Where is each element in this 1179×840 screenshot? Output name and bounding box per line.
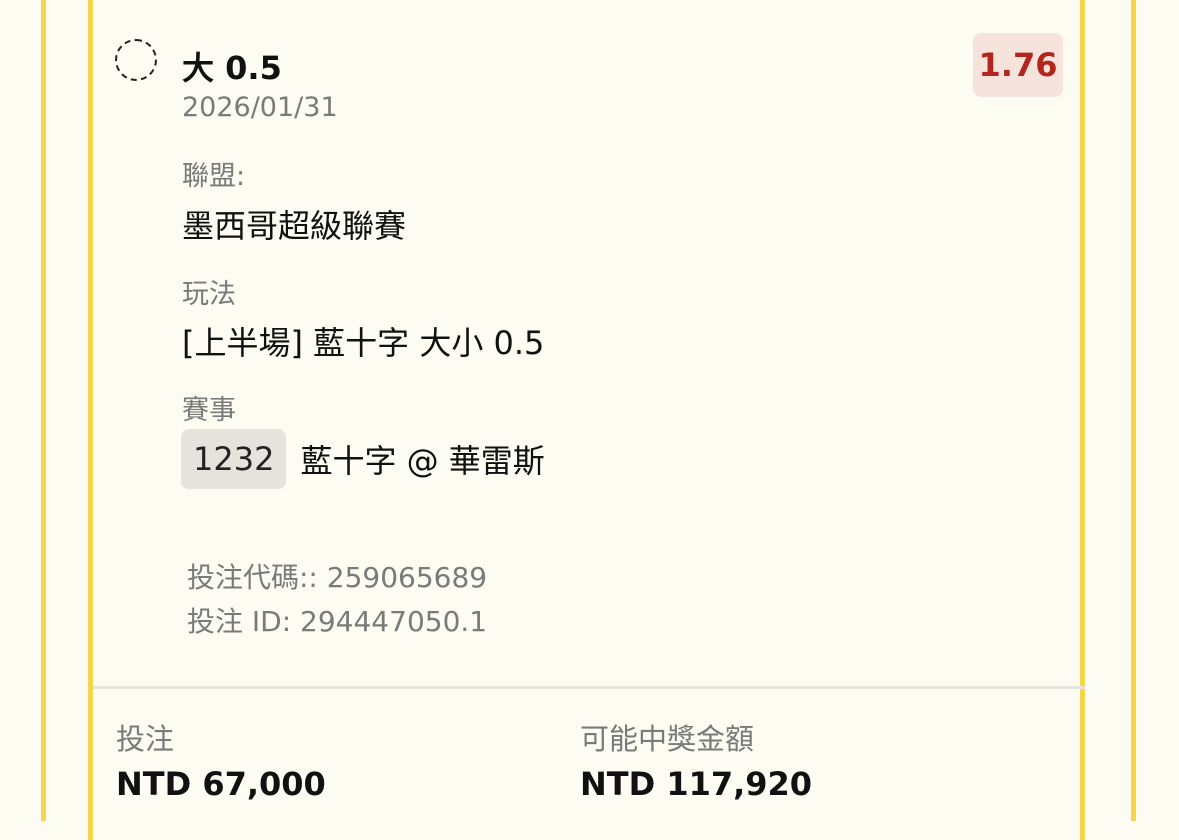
event-code-badge: 1232	[181, 429, 287, 489]
league-label: 聯盟:	[182, 161, 246, 192]
event-row: 1232 藍十字 @ 華雷斯	[181, 429, 545, 489]
stake-value: NTD 67,000	[116, 765, 326, 803]
bet-selection: 大 0.5	[182, 49, 282, 87]
event-name: 藍十字 @ 華雷斯	[300, 442, 545, 480]
league-value: 墨西哥超級聯賽	[182, 207, 407, 245]
stake-label: 投注	[116, 722, 175, 756]
outer-card-border-left	[41, 0, 46, 821]
bet-slip-card	[88, 0, 1085, 840]
payout-value: NTD 117,920	[580, 765, 813, 803]
market-label: 玩法	[182, 279, 236, 310]
event-label: 賽事	[182, 395, 236, 426]
footer-divider	[93, 686, 1085, 689]
market-value: [上半場] 藍十字 大小 0.5	[182, 324, 545, 362]
bet-id: 投注 ID: 294447050.1	[187, 605, 488, 638]
bet-date: 2026/01/31	[182, 92, 338, 123]
payout-label: 可能中獎金額	[580, 722, 755, 756]
odds-badge: 1.76	[973, 33, 1063, 97]
outer-card-border-right	[1131, 0, 1136, 821]
bet-code: 投注代碼:: 259065689	[187, 561, 488, 594]
pending-status-icon	[115, 39, 157, 81]
